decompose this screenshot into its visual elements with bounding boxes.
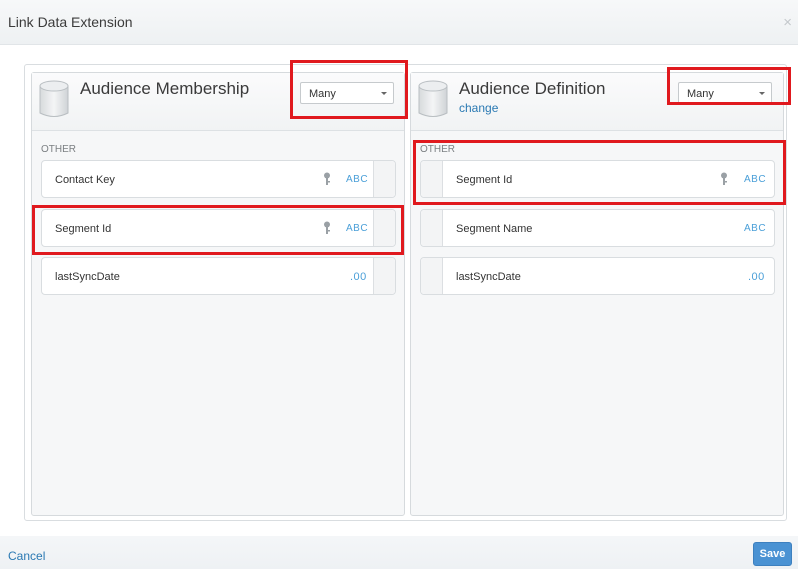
close-icon[interactable]: × (783, 15, 792, 30)
text-type-icon: ABC (744, 223, 767, 234)
cancel-button[interactable]: Cancel (8, 549, 45, 563)
field-name: Contact Key (55, 174, 115, 186)
field-row[interactable]: Segment Id ABC (420, 160, 775, 198)
drag-handle[interactable] (373, 258, 395, 294)
cardinality-select[interactable]: Many (300, 82, 394, 104)
change-link[interactable]: change (459, 101, 498, 115)
section-label: OTHER (420, 144, 455, 155)
key-icon (721, 172, 727, 185)
dialog-header: Link Data Extension × (0, 0, 798, 45)
dialog-title: Link Data Extension (8, 14, 133, 30)
field-row[interactable]: lastSyncDate .00 (420, 257, 775, 295)
chevron-down-icon (759, 92, 765, 95)
drag-handle[interactable] (373, 210, 395, 246)
text-type-icon: ABC (346, 174, 369, 185)
number-type-icon: .00 (350, 271, 367, 283)
key-icon (324, 172, 330, 185)
field-name: lastSyncDate (55, 271, 120, 283)
field-name: Segment Id (456, 174, 513, 186)
database-icon (39, 80, 69, 117)
field-name: lastSyncDate (456, 271, 521, 283)
drag-handle[interactable] (373, 161, 395, 197)
number-type-icon: .00 (748, 271, 765, 283)
field-name: Segment Id (55, 223, 112, 235)
cardinality-value: Many (309, 88, 336, 100)
field-row[interactable]: lastSyncDate .00 (41, 257, 396, 295)
text-type-icon: ABC (744, 174, 767, 185)
panel-title: Audience Membership (80, 79, 250, 98)
database-icon (418, 80, 448, 117)
panel-header: Audience Membership Many (32, 73, 404, 131)
dialog-footer: Cancel Save (0, 536, 798, 569)
panel-header: Audience Definition change Many (411, 73, 783, 131)
field-row[interactable]: Segment Name ABC (420, 209, 775, 247)
chevron-down-icon (381, 92, 387, 95)
source-data-extension-panel: Audience Membership Many OTHER Contact K… (31, 72, 405, 516)
save-button[interactable]: Save (753, 542, 792, 566)
drag-handle[interactable] (421, 161, 443, 197)
target-data-extension-panel: Audience Definition change Many OTHER Se… (410, 72, 784, 516)
key-icon (324, 221, 330, 234)
section-label: OTHER (41, 144, 76, 155)
text-type-icon: ABC (346, 223, 369, 234)
cardinality-select[interactable]: Many (678, 82, 772, 104)
field-row[interactable]: Contact Key ABC (41, 160, 396, 198)
field-row[interactable]: Segment Id ABC (41, 209, 396, 247)
panel-title: Audience Definition (459, 79, 606, 98)
drag-handle[interactable] (421, 258, 443, 294)
drag-handle[interactable] (421, 210, 443, 246)
cardinality-value: Many (687, 88, 714, 100)
field-name: Segment Name (456, 223, 533, 235)
